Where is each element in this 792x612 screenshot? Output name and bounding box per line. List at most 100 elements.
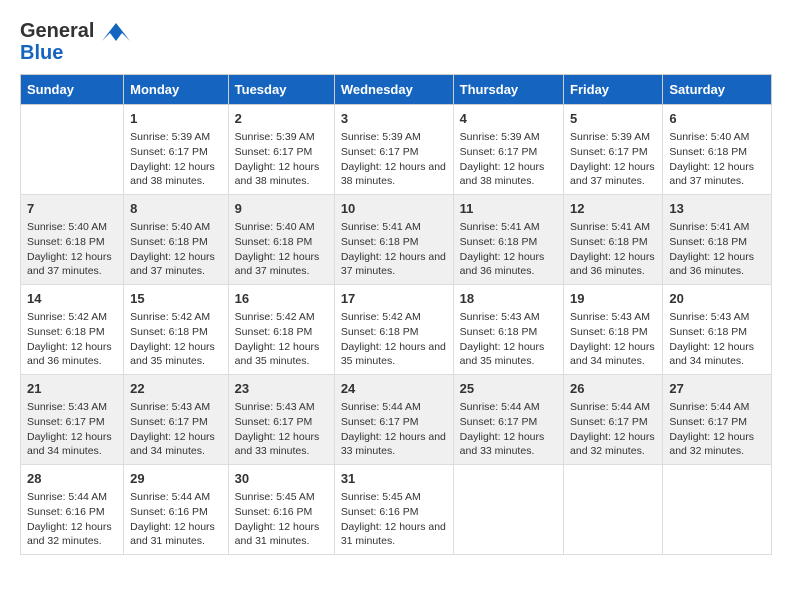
calendar-header: SundayMondayTuesdayWednesdayThursdayFrid… xyxy=(21,75,772,105)
weekday-header-monday: Monday xyxy=(124,75,229,105)
page-header: General Blue xyxy=(20,20,772,64)
calendar-cell: 30Sunrise: 5:45 AM Sunset: 6:16 PM Dayli… xyxy=(228,465,334,555)
calendar-cell: 31Sunrise: 5:45 AM Sunset: 6:16 PM Dayli… xyxy=(334,465,453,555)
calendar-cell: 14 Sunrise: 5:42 AM Sunset: 6:18 PM Dayli… xyxy=(21,285,124,375)
calendar-table: SundayMondayTuesdayWednesdayThursdayFrid… xyxy=(20,74,772,555)
day-number: 5 xyxy=(570,110,656,128)
day-number: 9 xyxy=(235,200,328,218)
calendar-cell: 9Sunrise: 5:40 AM Sunset: 6:18 PM Daylig… xyxy=(228,195,334,285)
calendar-cell: 23 Sunrise: 5:43 AM Sunset: 6:17 PM Dayli… xyxy=(228,375,334,465)
day-info: Sunrise: 5:45 AM Sunset: 6:16 PM Dayligh… xyxy=(235,490,328,549)
day-number: 29 xyxy=(130,470,222,488)
day-number: 26 xyxy=(570,380,656,398)
calendar-cell: 28 Sunrise: 5:44 AM Sunset: 6:16 PM Dayli… xyxy=(21,465,124,555)
day-info: Sunrise: 5:44 AM Sunset: 6:17 PM Dayligh… xyxy=(570,400,656,459)
day-info: Sunrise: 5:40 AM Sunset: 6:18 PM Dayligh… xyxy=(130,220,222,279)
day-info: Sunrise: 5:44 AM Sunset: 6:17 PM Dayligh… xyxy=(341,400,447,459)
calendar-cell: 24 Sunrise: 5:44 AM Sunset: 6:17 PM Dayli… xyxy=(334,375,453,465)
day-number: 28 xyxy=(27,470,117,488)
calendar-cell: 15 Sunrise: 5:42 AM Sunset: 6:18 PM Dayli… xyxy=(124,285,229,375)
day-number: 2 xyxy=(235,110,328,128)
day-number: 13 xyxy=(669,200,765,218)
calendar-cell xyxy=(663,465,772,555)
day-number: 15 xyxy=(130,290,222,308)
calendar-cell: 6 Sunrise: 5:40 AM Sunset: 6:18 PM Daylig… xyxy=(663,105,772,195)
logo-general: General xyxy=(20,20,94,42)
day-info: Sunrise: 5:40 AM Sunset: 6:18 PM Dayligh… xyxy=(669,130,765,189)
day-info: Sunrise: 5:41 AM Sunset: 6:18 PM Dayligh… xyxy=(460,220,557,279)
day-number: 24 xyxy=(341,380,447,398)
day-info: Sunrise: 5:40 AM Sunset: 6:18 PM Dayligh… xyxy=(27,220,117,279)
day-info: Sunrise: 5:43 AM Sunset: 6:18 PM Dayligh… xyxy=(460,310,557,369)
day-number: 3 xyxy=(341,110,447,128)
calendar-cell: 29 Sunrise: 5:44 AM Sunset: 6:16 PM Dayli… xyxy=(124,465,229,555)
day-number: 1 xyxy=(130,110,222,128)
day-number: 23 xyxy=(235,380,328,398)
calendar-cell: 3 Sunrise: 5:39 AM Sunset: 6:17 PM Daylig… xyxy=(334,105,453,195)
calendar-week-row: 28 Sunrise: 5:44 AM Sunset: 6:16 PM Dayli… xyxy=(21,465,772,555)
day-info: Sunrise: 5:43 AM Sunset: 6:17 PM Dayligh… xyxy=(130,400,222,459)
day-info: Sunrise: 5:39 AM Sunset: 6:17 PM Dayligh… xyxy=(570,130,656,189)
weekday-header-saturday: Saturday xyxy=(663,75,772,105)
calendar-cell: 10 Sunrise: 5:41 AM Sunset: 6:18 PM Dayli… xyxy=(334,195,453,285)
day-info: Sunrise: 5:44 AM Sunset: 6:17 PM Dayligh… xyxy=(460,400,557,459)
calendar-cell: 16Sunrise: 5:42 AM Sunset: 6:18 PM Dayli… xyxy=(228,285,334,375)
day-info: Sunrise: 5:43 AM Sunset: 6:17 PM Dayligh… xyxy=(235,400,328,459)
day-info: Sunrise: 5:41 AM Sunset: 6:18 PM Dayligh… xyxy=(669,220,765,279)
calendar-cell xyxy=(453,465,563,555)
day-info: Sunrise: 5:44 AM Sunset: 6:17 PM Dayligh… xyxy=(669,400,765,459)
calendar-week-row: 7Sunrise: 5:40 AM Sunset: 6:18 PM Daylig… xyxy=(21,195,772,285)
calendar-week-row: 1 Sunrise: 5:39 AM Sunset: 6:17 PM Daylig… xyxy=(21,105,772,195)
day-number: 10 xyxy=(341,200,447,218)
calendar-cell: 7Sunrise: 5:40 AM Sunset: 6:18 PM Daylig… xyxy=(21,195,124,285)
day-info: Sunrise: 5:44 AM Sunset: 6:16 PM Dayligh… xyxy=(27,490,117,549)
day-number: 18 xyxy=(460,290,557,308)
logo-blue: Blue xyxy=(20,42,63,64)
day-number: 11 xyxy=(460,200,557,218)
calendar-cell: 26 Sunrise: 5:44 AM Sunset: 6:17 PM Dayli… xyxy=(564,375,663,465)
day-number: 19 xyxy=(570,290,656,308)
weekday-header-sunday: Sunday xyxy=(21,75,124,105)
calendar-cell: 27 Sunrise: 5:44 AM Sunset: 6:17 PM Dayli… xyxy=(663,375,772,465)
day-number: 20 xyxy=(669,290,765,308)
day-number: 25 xyxy=(460,380,557,398)
calendar-cell xyxy=(21,105,124,195)
calendar-cell: 11 Sunrise: 5:41 AM Sunset: 6:18 PM Dayli… xyxy=(453,195,563,285)
day-info: Sunrise: 5:42 AM Sunset: 6:18 PM Dayligh… xyxy=(341,310,447,369)
calendar-cell: 4 Sunrise: 5:39 AM Sunset: 6:17 PM Daylig… xyxy=(453,105,563,195)
calendar-cell: 2 Sunrise: 5:39 AM Sunset: 6:17 PM Daylig… xyxy=(228,105,334,195)
logo-bird-icon xyxy=(102,23,130,41)
day-info: Sunrise: 5:43 AM Sunset: 6:18 PM Dayligh… xyxy=(570,310,656,369)
day-number: 8 xyxy=(130,200,222,218)
day-number: 14 xyxy=(27,290,117,308)
day-info: Sunrise: 5:42 AM Sunset: 6:18 PM Dayligh… xyxy=(130,310,222,369)
day-info: Sunrise: 5:39 AM Sunset: 6:17 PM Dayligh… xyxy=(460,130,557,189)
calendar-cell: 17Sunrise: 5:42 AM Sunset: 6:18 PM Dayli… xyxy=(334,285,453,375)
day-info: Sunrise: 5:41 AM Sunset: 6:18 PM Dayligh… xyxy=(341,220,447,279)
calendar-cell: 22Sunrise: 5:43 AM Sunset: 6:17 PM Dayli… xyxy=(124,375,229,465)
calendar-cell xyxy=(564,465,663,555)
day-info: Sunrise: 5:45 AM Sunset: 6:16 PM Dayligh… xyxy=(341,490,447,549)
calendar-cell: 1Sunrise: 5:39 AM Sunset: 6:17 PM Daylig… xyxy=(124,105,229,195)
day-info: Sunrise: 5:44 AM Sunset: 6:16 PM Dayligh… xyxy=(130,490,222,549)
day-number: 27 xyxy=(669,380,765,398)
day-info: Sunrise: 5:39 AM Sunset: 6:17 PM Dayligh… xyxy=(235,130,328,189)
day-number: 12 xyxy=(570,200,656,218)
calendar-cell: 25 Sunrise: 5:44 AM Sunset: 6:17 PM Dayli… xyxy=(453,375,563,465)
weekday-header-wednesday: Wednesday xyxy=(334,75,453,105)
calendar-cell: 5 Sunrise: 5:39 AM Sunset: 6:17 PM Daylig… xyxy=(564,105,663,195)
day-info: Sunrise: 5:39 AM Sunset: 6:17 PM Dayligh… xyxy=(341,130,447,189)
day-number: 4 xyxy=(460,110,557,128)
calendar-week-row: 21 Sunrise: 5:43 AM Sunset: 6:17 PM Dayli… xyxy=(21,375,772,465)
weekday-header-thursday: Thursday xyxy=(453,75,563,105)
calendar-week-row: 14 Sunrise: 5:42 AM Sunset: 6:18 PM Dayli… xyxy=(21,285,772,375)
day-info: Sunrise: 5:43 AM Sunset: 6:18 PM Dayligh… xyxy=(669,310,765,369)
weekday-header-friday: Friday xyxy=(564,75,663,105)
calendar-cell: 12 Sunrise: 5:41 AM Sunset: 6:18 PM Dayli… xyxy=(564,195,663,285)
calendar-cell: 21Sunrise: 5:43 AM Sunset: 6:17 PM Dayli… xyxy=(21,375,124,465)
day-info: Sunrise: 5:41 AM Sunset: 6:18 PM Dayligh… xyxy=(570,220,656,279)
day-number: 21 xyxy=(27,380,117,398)
calendar-cell: 19 Sunrise: 5:43 AM Sunset: 6:18 PM Dayli… xyxy=(564,285,663,375)
day-info: Sunrise: 5:42 AM Sunset: 6:18 PM Dayligh… xyxy=(27,310,117,369)
day-number: 6 xyxy=(669,110,765,128)
